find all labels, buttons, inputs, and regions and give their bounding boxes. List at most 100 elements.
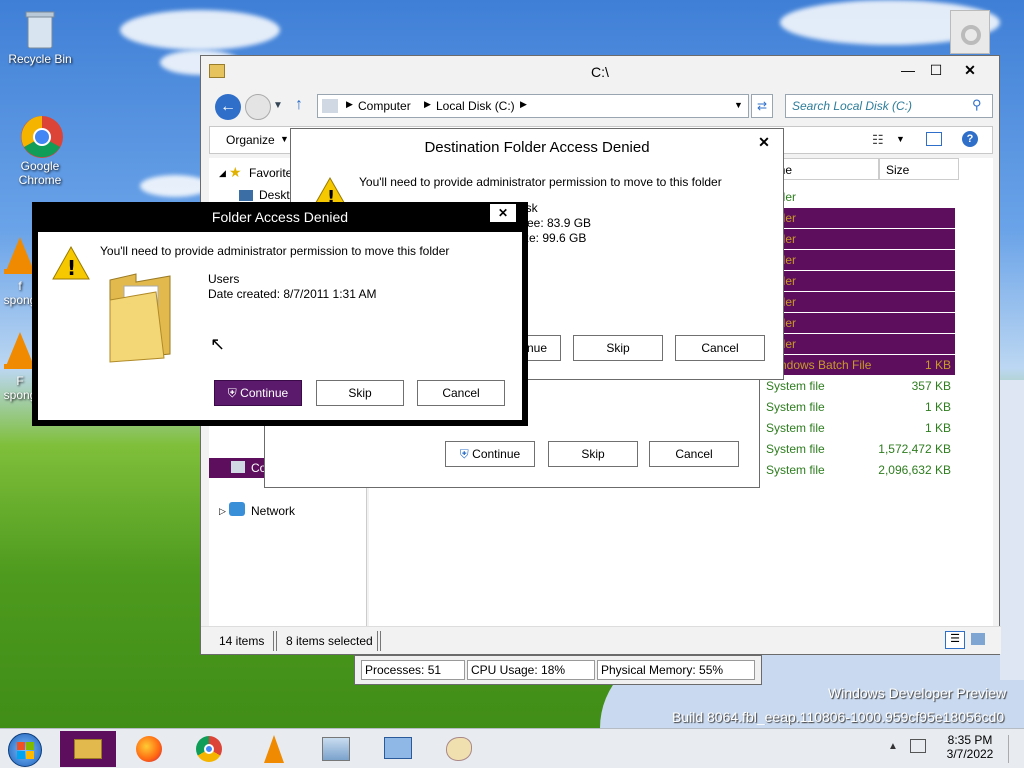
chrome-label: Google Chrome — [18, 159, 62, 187]
monitor-icon — [384, 737, 412, 759]
table-row[interactable]: System file 1,572,472 KB — [765, 439, 955, 459]
preview-pane-icon[interactable] — [926, 132, 942, 146]
organize-menu[interactable]: Organize — [226, 133, 275, 147]
taskbar-remote-desktop[interactable] — [370, 731, 426, 767]
task-manager-status: Processes: 51 CPU Usage: 18% Physical Me… — [354, 655, 762, 685]
minimize-button[interactable]: — — [897, 61, 919, 79]
column-size-label: Size — [886, 163, 910, 177]
breadcrumb-arrow-icon[interactable]: ▶ — [346, 99, 353, 110]
clock-date: 3/7/2022 — [946, 747, 994, 761]
dest-dialog-message: You'll need to provide administrator per… — [359, 175, 722, 189]
view-options-icon[interactable]: ☷ — [872, 132, 884, 148]
taskbar-firefox[interactable] — [122, 731, 178, 767]
expand-icon[interactable]: ▷ — [219, 506, 226, 517]
folder-skip-button[interactable]: Skip — [316, 380, 404, 406]
network-status-icon[interactable] — [910, 739, 926, 753]
table-row[interactable]: folder — [765, 250, 955, 270]
photo-viewer-icon — [322, 737, 350, 761]
organize-dropdown-icon[interactable]: ▼ — [280, 134, 289, 144]
mouse-cursor-icon: ↖ — [210, 334, 226, 354]
taskbar: ▲ 8:35 PM 3/7/2022 — [0, 728, 1024, 768]
folder-dialog-body: ! You'll need to provide administrator p… — [38, 232, 522, 420]
behind-cancel-button[interactable]: Cancel — [649, 441, 739, 467]
expand-icon[interactable]: ◢ — [219, 168, 226, 179]
dest-dialog-title: Destination Folder Access Denied — [424, 139, 650, 156]
dest-close-icon[interactable]: ✕ — [753, 133, 775, 151]
show-desktop-button[interactable] — [1008, 735, 1022, 763]
chrome-icon — [196, 736, 222, 762]
maximize-button[interactable]: ☐ — [925, 61, 947, 79]
behind-continue-button[interactable]: ⛨ Continue — [445, 441, 535, 467]
behind-skip-button[interactable]: Skip — [548, 441, 638, 467]
nav-network[interactable]: Network — [251, 504, 295, 518]
computer-icon — [231, 461, 245, 473]
address-bar[interactable]: ▶ Computer ▶ Local Disk (C:) ▶ ▼ — [317, 94, 749, 118]
table-row[interactable]: folder — [765, 334, 955, 354]
file-size-cell: 1 KB — [924, 421, 951, 435]
large-icons-view-icon[interactable] — [971, 633, 985, 645]
table-row[interactable]: System file 357 KB — [765, 376, 955, 396]
back-button[interactable]: ← — [215, 94, 241, 120]
table-row[interactable]: System file 1 KB — [765, 397, 955, 417]
show-hidden-icons-icon[interactable]: ▲ — [888, 741, 898, 752]
search-box[interactable]: Search Local Disk (C:) ⚲ — [785, 94, 993, 118]
chrome-desktop-icon[interactable]: Google Chrome — [0, 115, 80, 187]
file-type-cell: System file — [766, 463, 825, 477]
dest-skip-button[interactable]: Skip — [573, 335, 663, 361]
gear-icon — [961, 25, 981, 45]
breadcrumb-arrow-icon[interactable]: ▶ — [520, 99, 527, 110]
taskbar-vlc[interactable] — [246, 731, 302, 767]
explorer-title: C:\ — [591, 64, 609, 80]
table-row[interactable]: System file 1 KB — [765, 418, 955, 438]
shield-icon: ⛨ — [227, 386, 237, 400]
status-divider — [273, 631, 277, 651]
chrome-icon-center — [204, 744, 214, 754]
close-button[interactable]: ✕ — [959, 61, 981, 79]
network-icon — [229, 502, 245, 516]
refresh-icon[interactable]: ⇄ — [751, 94, 773, 118]
breadcrumb-computer[interactable]: Computer — [358, 99, 411, 113]
table-row[interactable]: folder — [765, 208, 955, 228]
folder-dialog-message: You'll need to provide administrator per… — [100, 244, 450, 258]
folder-continue-label: Continue — [240, 386, 289, 400]
watermark-line1: Windows Developer Preview — [828, 685, 1007, 701]
table-row[interactable]: folder — [765, 271, 955, 291]
table-row[interactable]: folder — [765, 313, 955, 333]
system-clock[interactable]: 8:35 PM 3/7/2022 — [940, 733, 1000, 761]
breadcrumb-local-disk[interactable]: Local Disk (C:) — [436, 99, 515, 113]
table-row[interactable]: System file 2,096,632 KB — [765, 460, 955, 480]
recycle-bin-desktop-icon[interactable]: Recycle Bin — [0, 8, 80, 66]
physical-memory: Physical Memory: 55% — [597, 660, 755, 680]
start-button[interactable] — [8, 733, 42, 767]
recent-pages-dropdown-icon[interactable]: ▼ — [273, 100, 283, 111]
view-dropdown-icon[interactable]: ▼ — [896, 134, 905, 144]
column-header-size[interactable]: Size — [879, 158, 959, 180]
firefox-icon — [136, 736, 162, 762]
address-dropdown-icon[interactable]: ▼ — [734, 100, 743, 110]
windows-logo-icon — [17, 742, 25, 750]
search-placeholder: Search Local Disk (C:) — [792, 99, 913, 113]
help-icon[interactable]: ? — [962, 131, 978, 147]
table-row[interactable]: Windows Batch File 1 KB — [765, 355, 955, 375]
folder-cancel-button[interactable]: Cancel — [417, 380, 505, 406]
table-row[interactable]: folder — [765, 187, 955, 207]
table-row[interactable]: folder — [765, 229, 955, 249]
breadcrumb-arrow-icon[interactable]: ▶ — [424, 99, 431, 110]
folder-dialog-close-button[interactable]: ✕ — [490, 204, 516, 222]
dest-cancel-button[interactable]: Cancel — [675, 335, 765, 361]
watermark-line2: Build 8064.fbl_eeap.110806-1000.959cf95e… — [672, 709, 1005, 725]
taskbar-chrome[interactable] — [182, 731, 238, 767]
folder-continue-button[interactable]: ⛨ Continue — [214, 380, 302, 406]
taskbar-explorer[interactable] — [60, 731, 116, 767]
folder-dialog-title: Folder Access Denied — [211, 209, 349, 225]
gear-file-desktop-icon[interactable] — [950, 10, 990, 54]
details-view-icon[interactable]: ☰ — [945, 631, 965, 649]
forward-button[interactable] — [245, 94, 271, 120]
taskbar-photos[interactable] — [308, 731, 364, 767]
chrome-icon — [20, 115, 63, 158]
taskbar-paint[interactable] — [432, 731, 488, 767]
table-row[interactable]: folder — [765, 292, 955, 312]
folder-name: Users — [208, 272, 240, 286]
up-arrow-icon[interactable]: ↑ — [295, 96, 303, 114]
windows-logo-part — [26, 751, 34, 759]
